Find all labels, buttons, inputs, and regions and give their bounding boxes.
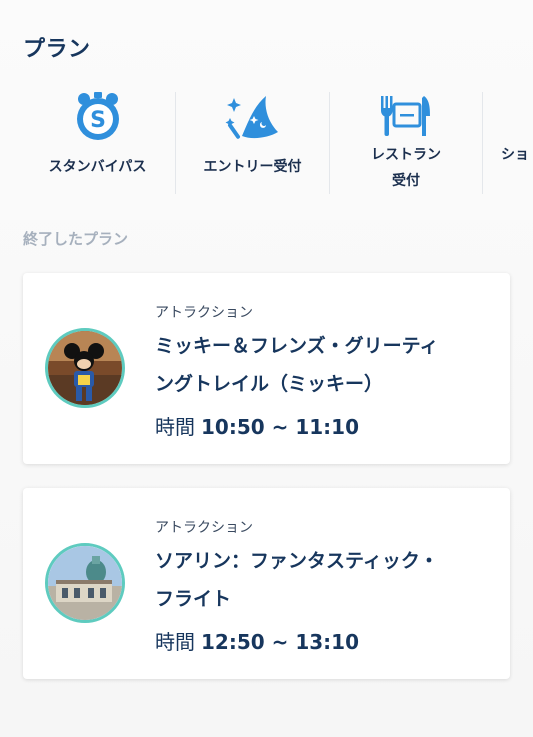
time-label: 時間 [155,630,195,654]
time-value: 12:50 ~ 13:10 [201,630,360,654]
plan-name-line2: ングトレイル（ミッキー） [155,373,384,395]
plan-card[interactable]: アトラクション ソアリン：ファンタスティック・ フライト 時間 12:50 ~ 1… [23,488,510,679]
shortcut-label-restaurant-line2: 受付 [392,173,420,189]
plan-category: アトラクション [155,305,253,321]
page-title: プラン [23,37,91,62]
plan-name-line1: ミッキー＆フレンズ・グリーティ [155,335,439,357]
standby-pass-icon: S [70,90,126,146]
show-button[interactable]: ショ [483,90,533,198]
restaurant-icon [378,96,434,142]
restaurant-button[interactable]: レストラン 受付 [330,90,482,198]
time-label: 時間 [155,415,195,439]
shortcut-label-standby-pass: スタンバイパス [48,159,147,175]
attraction-thumbnail [45,543,125,623]
shortcut-label-restaurant-line1: レストラン [371,147,441,163]
time-value: 10:50 ~ 11:10 [201,415,360,439]
plan-time: 時間 12:50 ~ 13:10 [155,626,359,655]
wizard-hat-icon [224,92,282,148]
standby-pass-button[interactable]: S スタンバイパス [20,90,175,198]
section-label-finished-plans: 終了したプラン [23,230,129,248]
plan-name-line1: ソアリン：ファンタスティック・ [155,550,439,572]
svg-text:S: S [90,108,106,133]
shortcut-row: S スタンバイパス エントリー受付 レストラン 受付 ショ [0,90,533,198]
plan-category: アトラクション [155,520,253,536]
shortcut-label-show: ショ [501,147,529,163]
entry-button[interactable]: エントリー受付 [176,90,329,198]
plan-card[interactable]: アトラクション ミッキー＆フレンズ・グリーティ ングトレイル（ミッキー） 時間 1… [23,273,510,464]
plan-name-line2: フライト [155,588,232,610]
plan-time: 時間 10:50 ~ 11:10 [155,411,359,440]
shortcut-label-entry: エントリー受付 [203,159,302,175]
attraction-thumbnail [45,328,125,408]
plan-page: プラン S スタンバイパス エントリー受付 レストラン 受付 ショ 終了したプラ… [0,0,533,737]
